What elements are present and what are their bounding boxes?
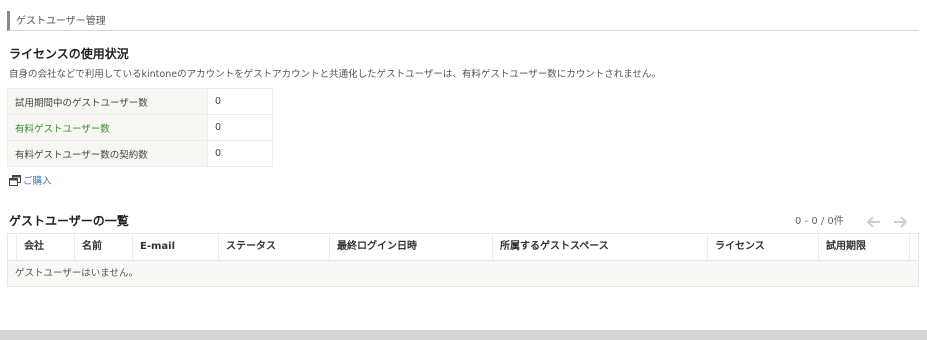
license-value-contract: 0 bbox=[207, 140, 273, 167]
column-guest-space[interactable]: 所属するゲストスペース bbox=[492, 234, 707, 260]
column-license[interactable]: ライセンス bbox=[707, 234, 818, 260]
license-value-trial: 0 bbox=[207, 88, 273, 115]
license-label-contract: 有料ゲストユーザー数の契約数 bbox=[7, 140, 208, 167]
table-header: 会社 名前 E-mail ステータス 最終ログイン日時 所属するゲストスペース … bbox=[8, 234, 918, 261]
arrow-left-icon[interactable] bbox=[866, 213, 881, 228]
page-title: ゲストユーザー管理 bbox=[16, 16, 106, 27]
license-row-contract: 有料ゲストユーザー数の契約数 0 bbox=[7, 140, 273, 167]
pager-count: 0 - 0 / 0件 bbox=[795, 216, 844, 227]
column-email[interactable]: E-mail bbox=[132, 234, 218, 260]
license-label-paid-link[interactable]: 有料ゲストユーザー数 bbox=[7, 114, 208, 141]
new-window-icon bbox=[9, 174, 21, 186]
license-value-paid: 0 bbox=[207, 114, 273, 141]
license-label-trial: 試用期間中のゲストユーザー数 bbox=[7, 88, 208, 115]
guest-user-table: 会社 名前 E-mail ステータス 最終ログイン日時 所属するゲストスペース … bbox=[7, 233, 919, 287]
license-row-paid: 有料ゲストユーザー数 0 bbox=[7, 114, 273, 141]
page-header: ゲストユーザー管理 bbox=[7, 11, 919, 31]
column-name[interactable]: 名前 bbox=[74, 234, 132, 260]
license-description: 自身の会社などで利用しているkintoneのアカウントをゲストアカウントと共通化… bbox=[9, 69, 661, 80]
license-usage-table: 試用期間中のゲストユーザー数 0 有料ゲストユーザー数 0 有料ゲストユーザー数… bbox=[7, 88, 273, 167]
purchase-link-label[interactable]: ご購入 bbox=[23, 173, 52, 187]
guest-list-title: ゲストユーザーの一覧 bbox=[9, 214, 129, 228]
column-company[interactable]: 会社 bbox=[16, 234, 74, 260]
arrow-right-icon[interactable] bbox=[893, 213, 908, 228]
column-trial-expiry[interactable]: 試用期限 bbox=[818, 234, 909, 260]
purchase-link[interactable]: ご購入 bbox=[9, 173, 52, 187]
footer-bar bbox=[0, 330, 927, 340]
column-last-login[interactable]: 最終ログイン日時 bbox=[329, 234, 492, 260]
empty-message: ゲストユーザーはいません。 bbox=[8, 261, 918, 286]
column-status[interactable]: ステータス bbox=[218, 234, 329, 260]
column-spacer bbox=[909, 234, 918, 260]
license-usage-title: ライセンスの使用状況 bbox=[9, 47, 129, 61]
license-row-trial: 試用期間中のゲストユーザー数 0 bbox=[7, 88, 273, 115]
guest-user-admin-page: ゲストユーザー管理 ライセンスの使用状況 自身の会社などで利用しているkinto… bbox=[0, 0, 927, 340]
